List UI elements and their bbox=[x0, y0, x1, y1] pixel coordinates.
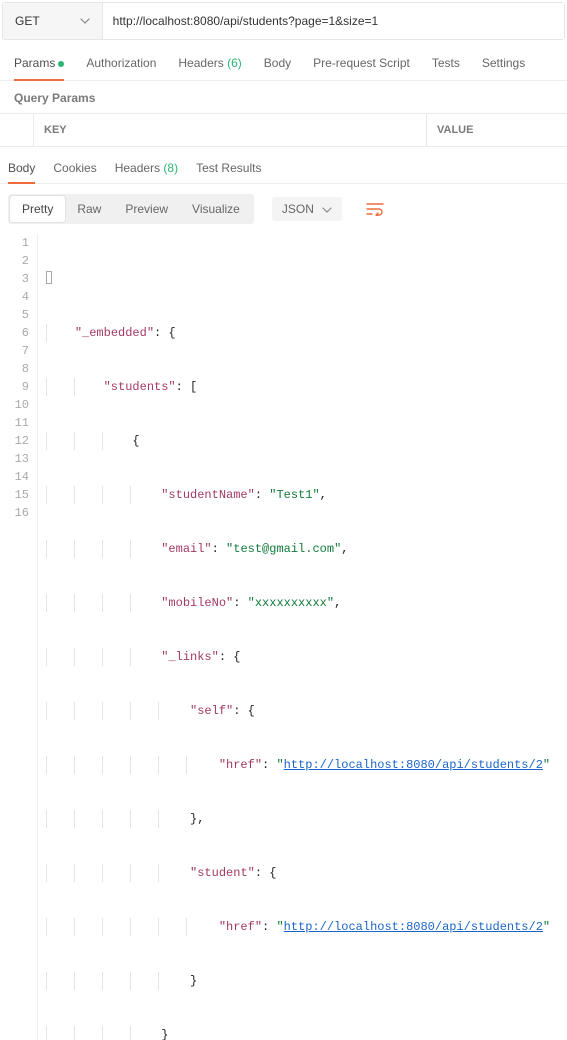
kv-header-row: KEY VALUE bbox=[0, 113, 567, 147]
method-label: GET bbox=[15, 14, 40, 28]
resp-headers-count: (8) bbox=[163, 161, 178, 175]
kv-header-key: KEY bbox=[34, 114, 427, 146]
params-changed-dot bbox=[58, 61, 64, 67]
method-select[interactable]: GET bbox=[3, 3, 103, 39]
chevron-down-icon bbox=[322, 202, 332, 216]
resp-headers-label: Headers bbox=[115, 161, 160, 175]
tab-body[interactable]: Body bbox=[264, 56, 291, 80]
tab-headers[interactable]: Headers (6) bbox=[178, 56, 241, 80]
resp-tab-body[interactable]: Body bbox=[8, 161, 35, 183]
view-pretty-button[interactable]: Pretty bbox=[10, 196, 65, 222]
chevron-down-icon bbox=[80, 18, 90, 24]
lang-select[interactable]: JSON bbox=[272, 197, 342, 221]
request-tabs: Params Authorization Headers (6) Body Pr… bbox=[0, 40, 567, 81]
kv-header-value: VALUE bbox=[427, 114, 567, 146]
query-params-header: Query Params bbox=[0, 81, 567, 113]
tab-headers-count: (6) bbox=[227, 56, 242, 70]
tab-tests[interactable]: Tests bbox=[432, 56, 460, 80]
resp-tab-cookies[interactable]: Cookies bbox=[53, 161, 96, 183]
request-bar: GET bbox=[2, 2, 565, 40]
line-gutter: 12345678 910111213141516 bbox=[0, 234, 38, 1040]
kv-header-spacer bbox=[0, 114, 34, 146]
viewer-toolbar: Pretty Raw Preview Visualize JSON bbox=[0, 184, 567, 234]
tab-authorization[interactable]: Authorization bbox=[86, 56, 156, 80]
resp-tab-tests[interactable]: Test Results bbox=[196, 161, 261, 183]
lang-label: JSON bbox=[282, 202, 314, 216]
tab-params[interactable]: Params bbox=[14, 56, 64, 80]
wrap-lines-button[interactable] bbox=[358, 196, 392, 222]
tab-headers-label: Headers bbox=[178, 56, 223, 70]
view-preview-button[interactable]: Preview bbox=[113, 196, 180, 222]
view-visualize-button[interactable]: Visualize bbox=[180, 196, 252, 222]
tab-settings[interactable]: Settings bbox=[482, 56, 525, 80]
resp-tab-headers[interactable]: Headers (8) bbox=[115, 161, 178, 183]
code-content[interactable]: "_embedded": { "students": [ { "studentN… bbox=[38, 234, 567, 1040]
view-mode-group: Pretty Raw Preview Visualize bbox=[8, 194, 254, 224]
response-body: 12345678 910111213141516 "_embedded": { … bbox=[0, 234, 567, 1040]
tab-prerequest[interactable]: Pre-request Script bbox=[313, 56, 410, 80]
tab-params-label: Params bbox=[14, 56, 55, 70]
response-tabs: Body Cookies Headers (8) Test Results bbox=[0, 147, 567, 184]
view-raw-button[interactable]: Raw bbox=[65, 196, 113, 222]
caret bbox=[46, 271, 52, 284]
url-input[interactable] bbox=[103, 3, 564, 39]
